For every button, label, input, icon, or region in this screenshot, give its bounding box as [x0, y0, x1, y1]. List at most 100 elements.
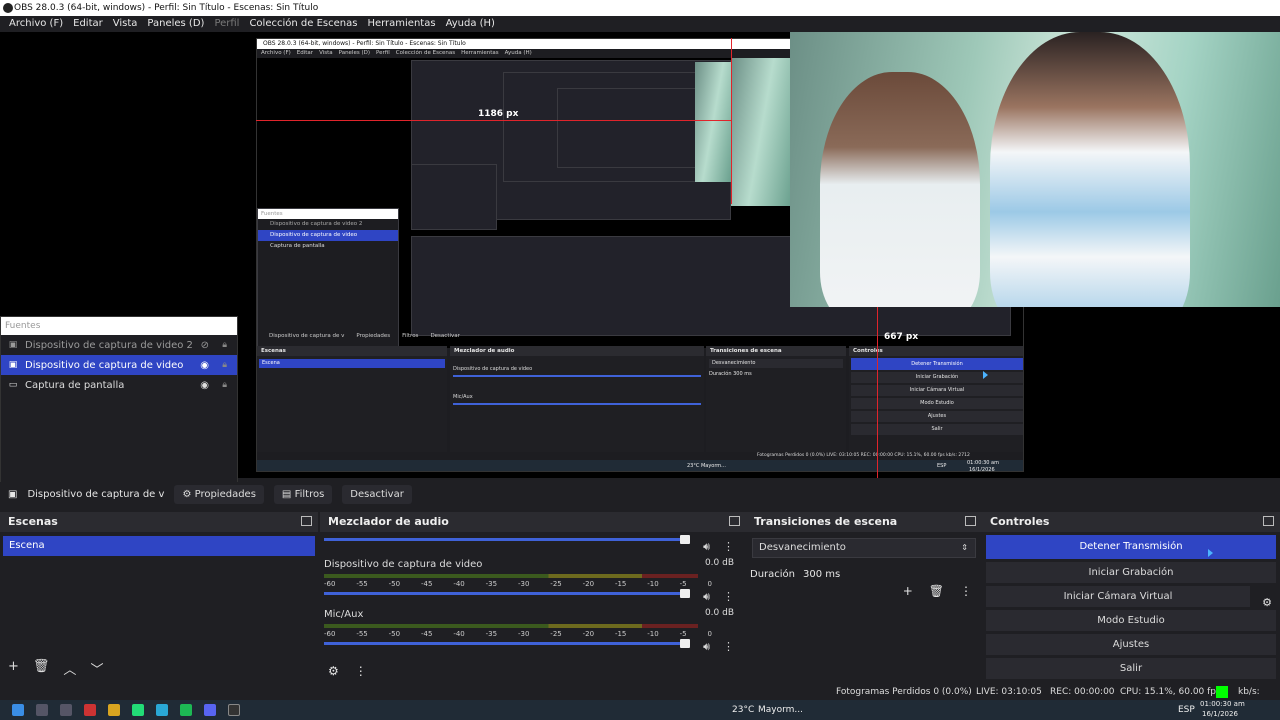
- nested-controls-dock: Controles Detener Transmisión Iniciar Gr…: [849, 346, 1023, 452]
- window-title: OBS 28.0.3 (64-bit, windows) - Perfil: S…: [14, 3, 319, 13]
- edge-icon[interactable]: [156, 704, 168, 716]
- obs-icon[interactable]: [228, 704, 240, 716]
- menu-archivo[interactable]: Archivo (F): [4, 16, 68, 32]
- speaker-icon[interactable]: 🔊︎: [703, 540, 710, 554]
- lock-icon[interactable]: 🔒︎: [222, 380, 227, 390]
- undock-icon[interactable]: [301, 516, 312, 526]
- volume-fader[interactable]: [324, 535, 690, 544]
- scenes-dock: Escenas Escena + 🗑︎ ︿ ﹀: [0, 512, 318, 682]
- transition-select[interactable]: Desvanecimiento ⇕: [752, 538, 976, 558]
- menu-herramientas[interactable]: Herramientas: [362, 16, 440, 32]
- kebab-menu-icon[interactable]: ⋮: [723, 540, 734, 553]
- weather-text: Mayorm...: [758, 705, 804, 715]
- eye-icon[interactable]: ◉: [200, 360, 209, 371]
- kebab-menu-icon[interactable]: ⋮: [355, 664, 367, 678]
- undock-icon[interactable]: [729, 516, 740, 526]
- undock-icon[interactable]: [1263, 516, 1274, 526]
- context-source-name: Dispositivo de captura de v: [27, 488, 165, 500]
- duration-spinbox[interactable]: 300 ms: [803, 569, 840, 580]
- kebab-menu-icon[interactable]: ⋮: [960, 584, 972, 598]
- properties-button[interactable]: ⚙ Propiedades: [174, 484, 264, 504]
- scenes-toolbar: + 🗑︎ ︿ ﹀: [8, 659, 103, 678]
- filters-button[interactable]: ▤ Filtros: [273, 484, 333, 504]
- move-up-icon[interactable]: ︿: [63, 659, 76, 678]
- source-item-screen-capture[interactable]: ▭ Captura de pantalla ◉ 🔒︎: [1, 375, 237, 395]
- eye-hidden-icon[interactable]: ⊘: [201, 340, 209, 351]
- menu-paneles[interactable]: Paneles (D): [142, 16, 209, 32]
- camera-icon: ▣: [8, 340, 18, 350]
- source-item-video-capture-2[interactable]: ▣ Dispositivo de captura de video 2 ⊘ 🔒︎: [1, 335, 237, 355]
- nested-scenes-dock: Escenas Escena: [257, 346, 447, 452]
- app-icon[interactable]: [84, 704, 96, 716]
- duration-row: Duración 300 ms: [750, 568, 841, 580]
- windows-taskbar: 23°C Mayorm... ESP 01:00:30 am 16/1/2026: [0, 700, 1280, 720]
- scenes-header: Escenas: [0, 512, 318, 532]
- rec-timer: REC: 00:00:00: [1050, 687, 1115, 697]
- measure-guide-horizontal: [256, 120, 732, 121]
- search-icon[interactable]: [36, 704, 48, 716]
- status-bar: Fotogramas Perdidos 0 (0.0%) LIVE: 03:10…: [0, 684, 1280, 713]
- remove-scene-icon[interactable]: 🗑︎: [33, 659, 50, 678]
- camera-icon: ▣: [8, 488, 18, 500]
- mixer-toolbar: ⚙ ⋮: [328, 664, 367, 678]
- sources-header: Fuentes: [1, 317, 237, 335]
- folder-icon[interactable]: [108, 704, 120, 716]
- person-left: [820, 72, 980, 307]
- clock-time[interactable]: 01:00:30 am: [1200, 700, 1245, 708]
- meter-ticks: -60 -55 -50 -45 -40 -35 -30 -25 -20 -15 -10 -5 0: [324, 630, 712, 638]
- task-view-icon[interactable]: [60, 704, 72, 716]
- speaker-icon[interactable]: 🔊︎: [703, 640, 710, 654]
- volume-fader[interactable]: [324, 589, 690, 598]
- exit-button[interactable]: Salir: [986, 658, 1276, 679]
- start-icon[interactable]: [12, 704, 24, 716]
- add-scene-icon[interactable]: +: [8, 659, 19, 678]
- speaker-icon[interactable]: 🔊︎: [703, 590, 710, 604]
- language-indicator[interactable]: ESP: [1178, 705, 1195, 715]
- recursive-preview-3: [557, 88, 697, 168]
- source-item-video-capture[interactable]: ▣ Dispositivo de captura de video ◉ 🔒︎: [1, 355, 237, 375]
- add-transition-icon[interactable]: +: [903, 584, 913, 598]
- studio-mode-button[interactable]: Modo Estudio: [986, 610, 1276, 631]
- advanced-audio-icon[interactable]: ⚙: [328, 664, 339, 678]
- stop-stream-button[interactable]: Detener Transmisión: [986, 535, 1276, 559]
- spotify-icon[interactable]: [180, 704, 192, 716]
- nested-sources-panel: Fuentes Dispositivo de captura de video …: [257, 208, 399, 348]
- mouse-cursor-icon: [1208, 549, 1213, 557]
- lock-icon[interactable]: 🔒︎: [222, 340, 227, 350]
- discord-icon[interactable]: [204, 704, 216, 716]
- mixer-header: Mezclador de audio: [320, 512, 746, 532]
- mixer-channel-mic: Mic/Aux 0.0 dB -60 -55 -50 -45 -40 -35 -30 -25-…: [320, 608, 746, 658]
- deactivate-button[interactable]: Desactivar: [342, 484, 412, 504]
- menu-ayuda[interactable]: Ayuda (H): [441, 16, 500, 32]
- menu-editar[interactable]: Editar: [68, 16, 108, 32]
- move-down-icon[interactable]: ﹀: [90, 659, 103, 678]
- lock-icon[interactable]: 🔒︎: [222, 360, 227, 370]
- menu-vista[interactable]: Vista: [108, 16, 143, 32]
- scene-item[interactable]: Escena: [3, 536, 315, 556]
- settings-button[interactable]: Ajustes: [986, 634, 1276, 655]
- chevron-updown-icon: ⇕: [961, 543, 968, 552]
- webcam-video-source[interactable]: [790, 32, 1280, 307]
- undock-icon[interactable]: [965, 516, 976, 526]
- start-virtual-camera-button[interactable]: Iniciar Cámara Virtual: [986, 586, 1250, 607]
- audio-mixer-dock: Mezclador de audio 🔊︎ ⋮ Dispositivo de c…: [320, 512, 746, 682]
- program-preview[interactable]: OBS 28.0.3 (64-bit, windows) - Perfil: S…: [0, 32, 1280, 506]
- kebab-menu-icon[interactable]: ⋮: [723, 640, 734, 653]
- live-timer: LIVE: 03:10:05: [976, 687, 1042, 697]
- menu-perfil[interactable]: Perfil: [209, 16, 244, 32]
- virtual-camera-settings-icon[interactable]: ⚙: [1262, 596, 1272, 609]
- obs-logo-icon: [3, 3, 13, 13]
- volume-fader[interactable]: [324, 639, 690, 648]
- clock-date[interactable]: 16/1/2026: [1202, 710, 1238, 718]
- cpu-usage: CPU: 15.1%, 60.00 fps: [1120, 687, 1221, 697]
- start-recording-button[interactable]: Iniciar Grabación: [986, 562, 1276, 583]
- nested-mixer-dock: Mezclador de audio Dispositivo de captur…: [450, 346, 704, 452]
- kebab-menu-icon[interactable]: ⋮: [723, 590, 734, 603]
- transitions-toolbar: + 🗑︎ ⋮: [903, 584, 972, 598]
- menu-coleccion-escenas[interactable]: Colección de Escenas: [244, 16, 362, 32]
- eye-icon[interactable]: ◉: [200, 380, 209, 391]
- whatsapp-icon[interactable]: [132, 704, 144, 716]
- remove-transition-icon[interactable]: 🗑︎: [929, 584, 944, 598]
- measure-width-label: 1186 px: [478, 109, 519, 119]
- measure-guide-vertical-1: [731, 38, 732, 204]
